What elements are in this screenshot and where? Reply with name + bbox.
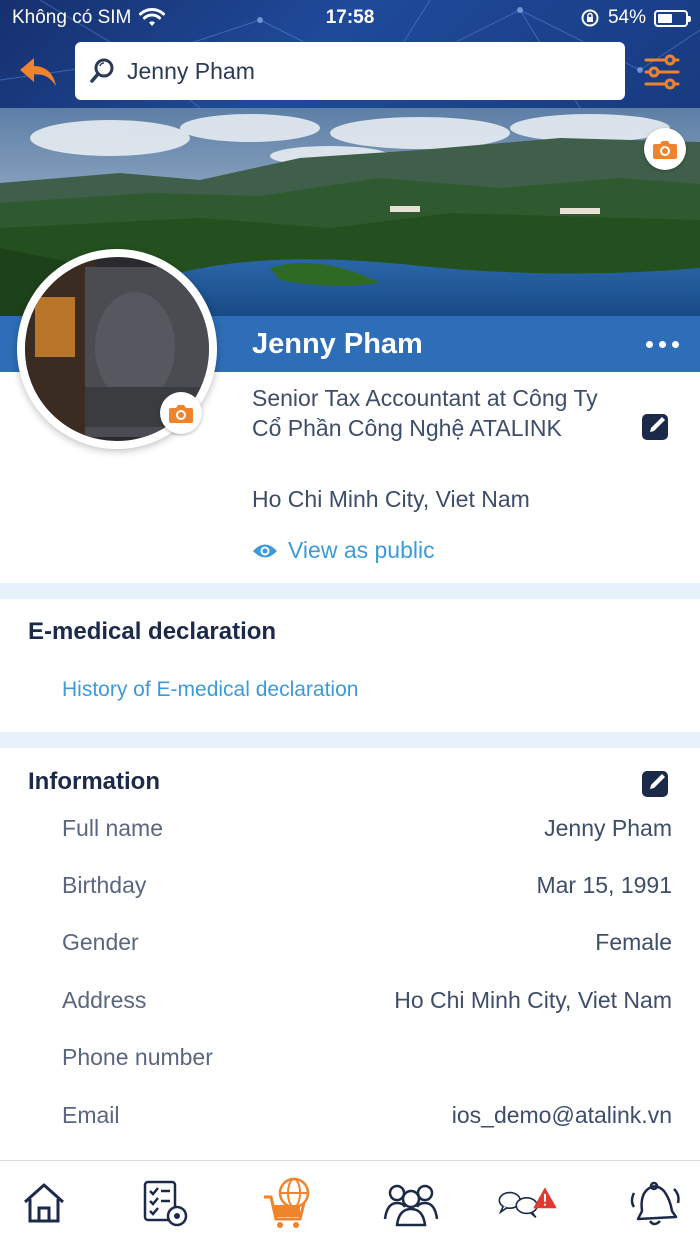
info-label: Birthday [62, 872, 147, 898]
status-bar: Không có SIM 17:58 54% [0, 0, 700, 36]
info-value: Jenny Pham [544, 815, 672, 841]
info-label: Email [62, 1102, 120, 1128]
info-row-gender: Gender Female [0, 929, 700, 969]
tab-contacts[interactable] [381, 1175, 441, 1231]
profile-name: Jenny Pham [252, 328, 423, 360]
more-options-button[interactable] [640, 330, 684, 358]
dot [658, 340, 666, 348]
medical-history-link[interactable]: History of E-medical declaration [62, 678, 358, 702]
medical-section-title: E-medical declaration [28, 618, 277, 645]
info-value: ios_demo@atalink.vn [451, 1102, 672, 1128]
info-row-address: Address Ho Chi Minh City, Viet Nam [0, 987, 700, 1027]
info-label: Gender [62, 929, 139, 955]
dot [671, 340, 679, 348]
chat-alert-icon [498, 1187, 557, 1218]
profile-location: Ho Chi Minh City, Viet Nam [252, 486, 530, 512]
section-divider [0, 732, 700, 748]
back-button[interactable] [16, 50, 60, 94]
job-title: Senior Tax Accountant at Công Ty Cổ Phần… [252, 385, 598, 441]
people-icon [383, 1184, 439, 1227]
avatar-camera-button[interactable] [160, 392, 202, 434]
app-header: Không có SIM 17:58 54% Jenny Pham [0, 0, 700, 108]
tasks-settings-icon [143, 1180, 188, 1227]
info-row-full-name: Full name Jenny Pham [0, 815, 700, 855]
info-row-phone: Phone number [0, 1044, 700, 1084]
edit-information-button[interactable] [640, 767, 672, 799]
view-as-public-label: View as public [288, 537, 435, 563]
tab-notifications[interactable] [624, 1175, 684, 1231]
view-as-public-link[interactable]: View as public [252, 537, 435, 564]
edit-icon [642, 771, 668, 797]
info-value: Mar 15, 1991 [536, 872, 672, 898]
search-value: Jenny Pham [127, 57, 255, 84]
tab-messages[interactable] [498, 1175, 558, 1231]
info-value: Ho Chi Minh City, Viet Nam [394, 987, 672, 1013]
battery-percent: 54% [607, 7, 646, 28]
home-icon [23, 1183, 65, 1223]
filter-sliders-icon [644, 54, 680, 90]
cover-camera-button[interactable] [644, 128, 686, 170]
info-row-birthday: Birthday Mar 15, 1991 [0, 872, 700, 912]
edit-profile-button[interactable] [640, 410, 672, 442]
search-input[interactable]: Jenny Pham [75, 42, 625, 100]
info-label: Phone number [62, 1044, 213, 1070]
info-value: Female [595, 929, 672, 955]
info-row-email: Email ios_demo@atalink.vn [0, 1102, 700, 1142]
tab-global-trade[interactable] [258, 1175, 318, 1231]
filter-button[interactable] [640, 50, 684, 94]
info-label: Address [62, 987, 147, 1013]
search-icon [90, 58, 114, 83]
camera-icon [653, 141, 677, 159]
info-label: Full name [62, 815, 163, 841]
section-divider [0, 583, 700, 599]
information-section-title: Information [28, 768, 160, 795]
bottom-tab-bar [0, 1160, 700, 1244]
camera-icon [169, 405, 193, 423]
orientation-lock-icon [581, 9, 599, 27]
dot [645, 340, 653, 348]
back-arrow-icon [20, 58, 56, 86]
tab-home[interactable] [14, 1175, 74, 1231]
bell-icon [630, 1181, 680, 1226]
global-cart-icon [264, 1177, 310, 1228]
edit-icon [642, 414, 668, 440]
eye-icon [253, 544, 277, 557]
battery-icon [654, 9, 691, 27]
tab-tasks[interactable] [134, 1175, 194, 1231]
